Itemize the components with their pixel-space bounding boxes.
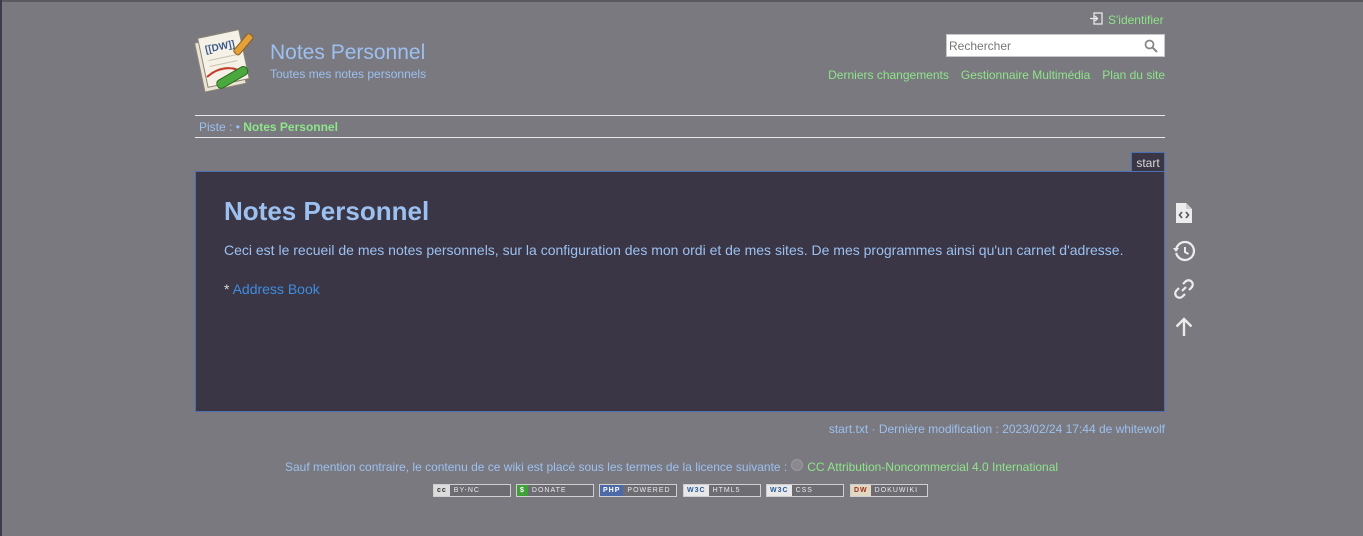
window-top-border	[0, 0, 1363, 2]
badge-tag: W3C	[684, 485, 709, 496]
backlinks-button[interactable]	[1172, 277, 1196, 301]
login-link[interactable]: S'identifier	[1090, 12, 1164, 28]
show-source-button[interactable]	[1172, 201, 1196, 225]
site-tools-nav: Derniers changements Gestionnaire Multim…	[828, 68, 1165, 82]
badge-tag: $	[517, 485, 528, 496]
badge-w3c-html5[interactable]: W3C HTML5	[683, 484, 761, 497]
search-input[interactable]	[947, 35, 1139, 56]
window-left-border	[0, 0, 2, 536]
badge-tag: W3C	[767, 485, 792, 496]
list-bullet: *	[224, 281, 230, 297]
link-icon	[1174, 279, 1194, 299]
history-icon	[1173, 240, 1196, 262]
badge-dokuwiki[interactable]: DW DOKUWIKI	[850, 484, 928, 497]
page-id-tab: start	[1131, 152, 1165, 171]
breadcrumb: Piste : • Notes Personnel	[199, 120, 338, 134]
license-info: Sauf mention contraire, le contenu de ce…	[285, 459, 1058, 474]
back-to-top-button[interactable]	[1172, 315, 1196, 339]
badge-tag: PHP	[600, 485, 624, 496]
arrow-up-icon	[1175, 317, 1193, 336]
badge-text: HTML5	[712, 487, 741, 494]
badge-text: DONATE	[531, 487, 567, 494]
media-manager-link[interactable]: Gestionnaire Multimédia	[961, 68, 1090, 82]
badge-text: BY-NC	[453, 487, 480, 494]
sitemap-link[interactable]: Plan du site	[1102, 68, 1165, 82]
site-tagline: Toutes mes notes personnels	[270, 67, 427, 81]
search-icon	[1144, 39, 1158, 53]
badge-cc-by-nc[interactable]: cc BY-NC	[433, 484, 511, 497]
page-tools	[1172, 201, 1196, 339]
badge-text: POWERED	[627, 487, 671, 494]
page-content: Notes Personnel Ceci est le recueil de m…	[195, 171, 1165, 412]
cc-icon	[791, 459, 804, 474]
search-form	[946, 34, 1165, 57]
badge-php-powered[interactable]: PHP POWERED	[599, 484, 677, 497]
badge-donate[interactable]: $ DONATE	[516, 484, 594, 497]
site-title[interactable]: Notes Personnel	[270, 41, 425, 65]
license-text: Sauf mention contraire, le contenu de ce…	[285, 459, 788, 474]
page-heading: Notes Personnel	[224, 196, 430, 226]
badge-w3c-css[interactable]: W3C CSS	[766, 484, 844, 497]
file-code-icon	[1176, 203, 1192, 223]
dokuwiki-logo[interactable]: [[DW]]	[193, 27, 259, 95]
badge-text: CSS	[795, 487, 813, 494]
breadcrumb-current[interactable]: Notes Personnel	[243, 120, 338, 134]
recent-changes-link[interactable]: Derniers changements	[828, 68, 949, 82]
breadcrumb-top-divider	[195, 115, 1165, 116]
list-item: * Address Book	[224, 281, 320, 297]
breadcrumb-bottom-divider	[195, 137, 1165, 138]
search-button[interactable]	[1144, 39, 1158, 53]
badge-text: DOKUWIKI	[874, 487, 919, 494]
address-book-link[interactable]: Address Book	[233, 281, 320, 297]
license-link[interactable]: CC Attribution-Noncommercial 4.0 Interna…	[807, 460, 1058, 474]
doc-info: start.txt · Dernière modification : 2023…	[828, 422, 1165, 436]
login-icon	[1090, 12, 1103, 28]
page-paragraph: Ceci est le recueil de mes notes personn…	[224, 242, 1124, 258]
login-label: S'identifier	[1108, 13, 1164, 27]
badge-tag: DW	[851, 485, 871, 496]
breadcrumb-separator: •	[235, 120, 240, 134]
badge-tag: cc	[434, 485, 450, 496]
breadcrumb-label: Piste :	[199, 120, 233, 134]
old-revisions-button[interactable]	[1172, 239, 1196, 263]
